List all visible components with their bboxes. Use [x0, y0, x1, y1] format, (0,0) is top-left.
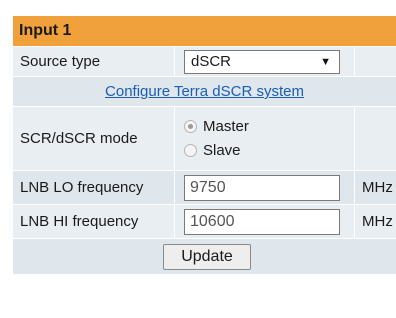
radio-master[interactable]: [184, 120, 197, 133]
lnb-hi-input[interactable]: 10600: [184, 208, 340, 235]
lnb-lo-label: LNB LO frequency: [13, 171, 175, 204]
lnb-lo-unit: MHz: [362, 179, 393, 196]
scr-mode-unit-cell: [356, 107, 396, 170]
radio-master-label: Master: [203, 118, 249, 135]
lnb-hi-unit: MHz: [362, 213, 393, 230]
source-type-row: Source type dSCR ▼: [13, 46, 396, 76]
update-button[interactable]: Update: [163, 244, 251, 270]
radio-slave[interactable]: [184, 144, 197, 157]
configure-row: Configure Terra dSCR system: [13, 76, 396, 106]
scr-mode-row: SCR/dSCR mode Master Slave: [13, 106, 396, 170]
lnb-hi-cell: 10600: [176, 205, 355, 238]
radio-slave-option[interactable]: Slave: [176, 139, 249, 163]
input-panel: Input 1 Source type dSCR ▼ Configure Ter…: [13, 16, 396, 318]
scr-mode-label: SCR/dSCR mode: [13, 107, 175, 170]
update-row: Update: [13, 238, 396, 274]
source-type-cell: dSCR ▼: [176, 47, 355, 76]
source-type-label: Source type: [13, 47, 175, 76]
radio-master-option[interactable]: Master: [176, 115, 249, 139]
panel-title: Input 1: [13, 16, 396, 46]
lnb-hi-row: LNB HI frequency 10600 MHz: [13, 204, 396, 238]
scr-mode-cell: Master Slave: [176, 107, 355, 170]
configure-dscr-link[interactable]: Configure Terra dSCR system: [13, 77, 396, 106]
lnb-lo-row: LNB LO frequency 9750 MHz: [13, 170, 396, 204]
radio-slave-label: Slave: [203, 142, 241, 159]
source-type-selected: dSCR: [191, 52, 232, 70]
chevron-down-icon: ▼: [320, 55, 331, 68]
scr-mode-radio-group: Master Slave: [176, 115, 249, 163]
source-type-select[interactable]: dSCR ▼: [184, 49, 340, 74]
lnb-lo-input[interactable]: 9750: [184, 174, 340, 201]
lnb-lo-cell: 9750: [176, 171, 355, 204]
lnb-hi-label: LNB HI frequency: [13, 205, 175, 238]
source-type-unit-cell: [356, 47, 396, 76]
